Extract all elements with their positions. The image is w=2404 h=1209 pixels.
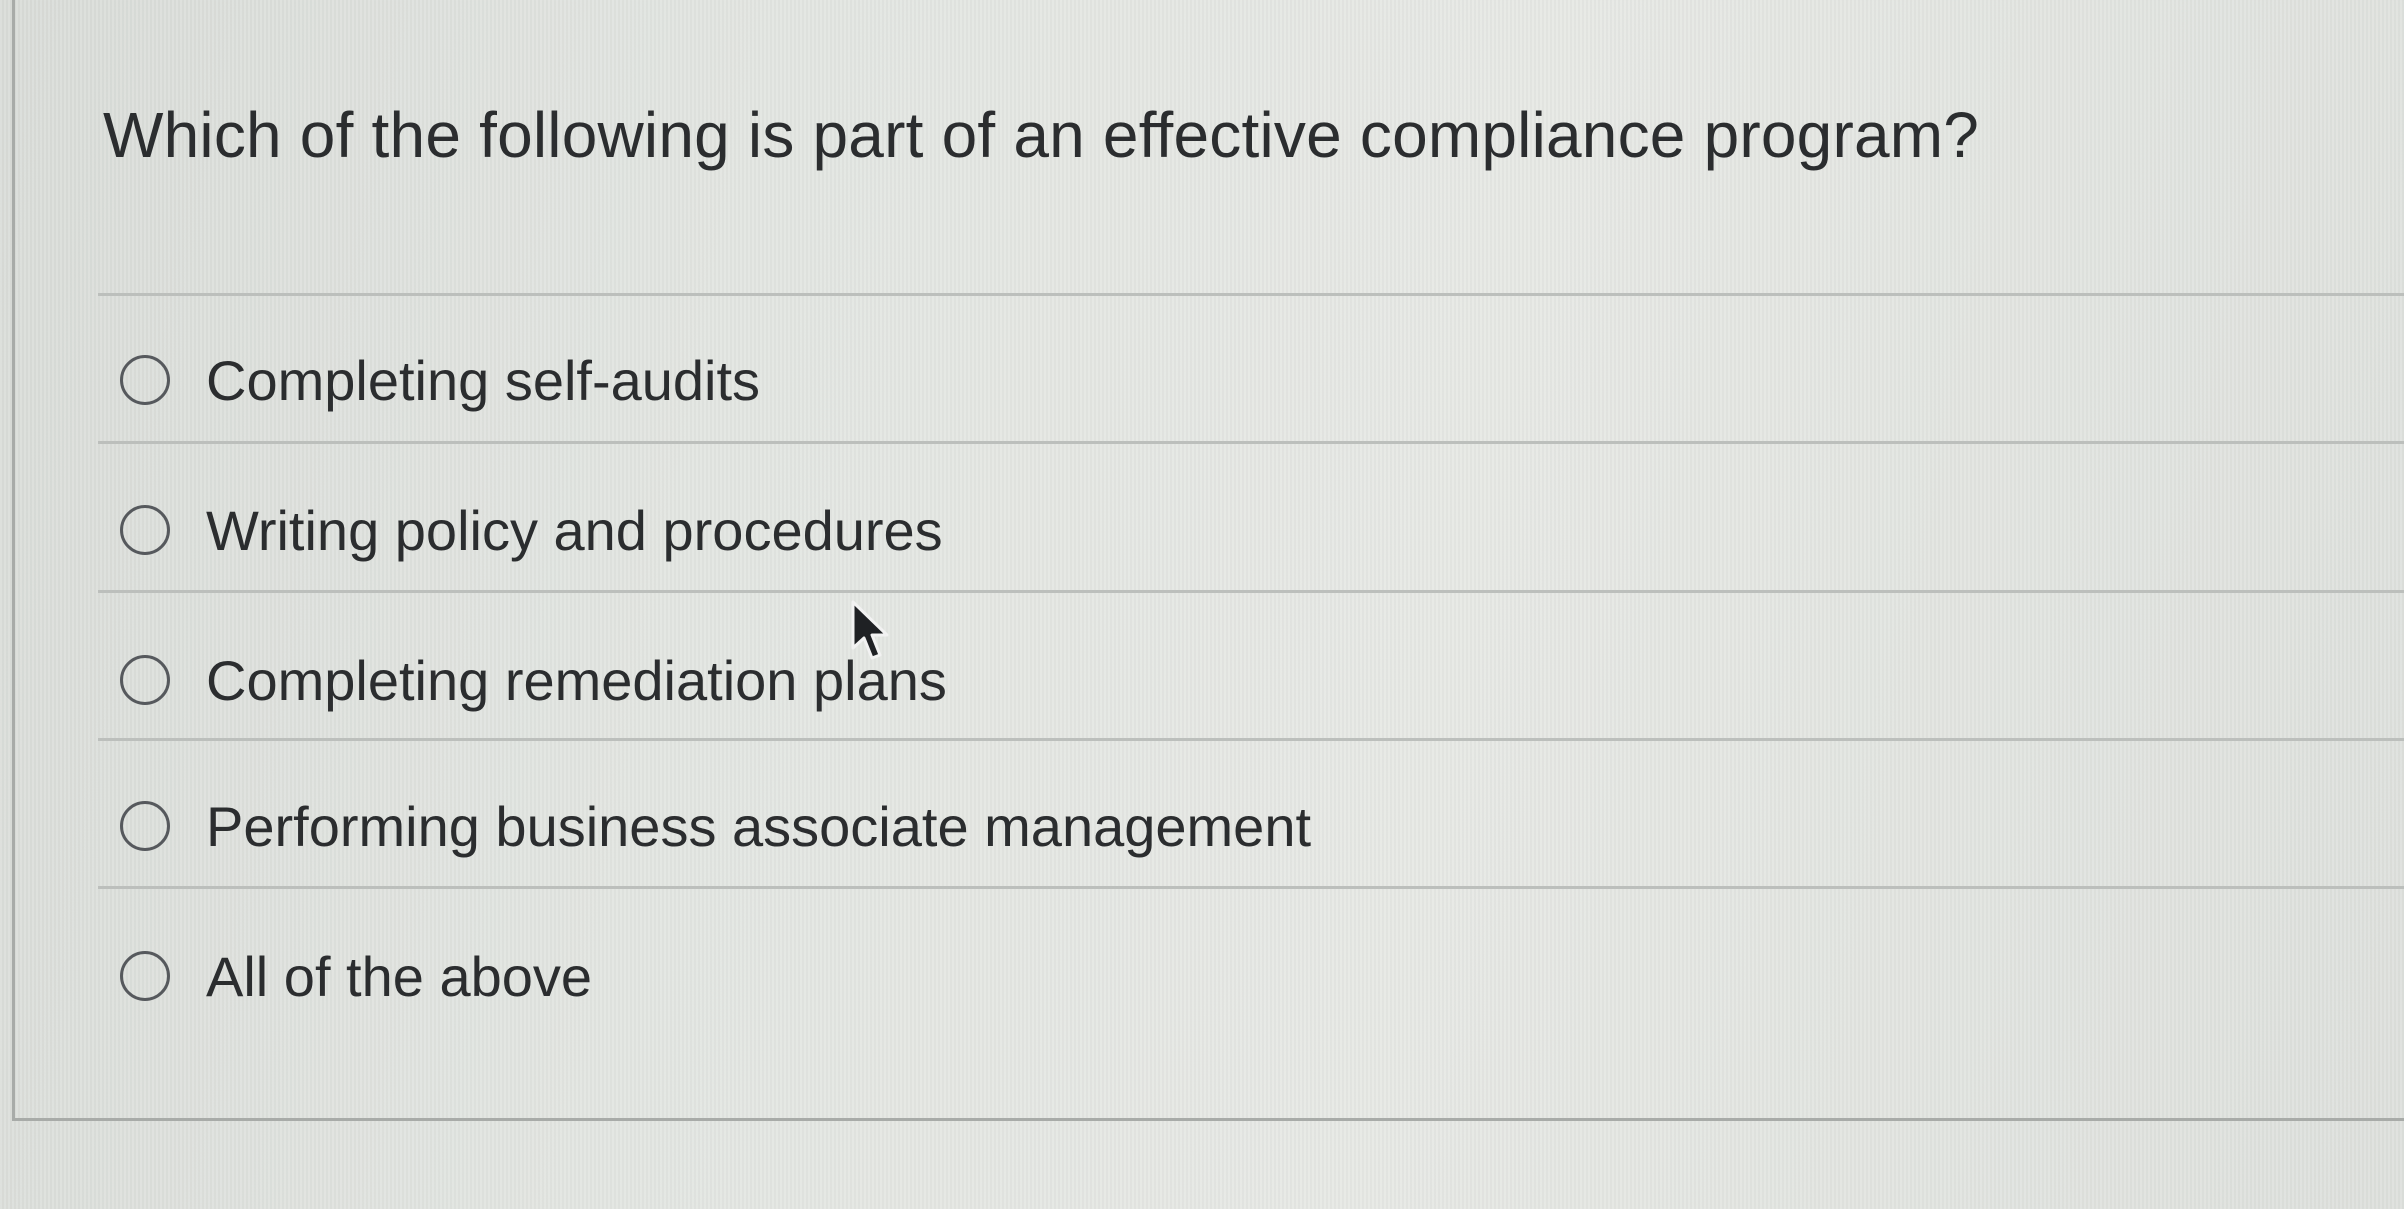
radio-unselected-icon[interactable] bbox=[120, 951, 170, 1001]
answer-label: All of the above bbox=[206, 944, 593, 1008]
answer-label: Completing remediation plans bbox=[206, 648, 947, 712]
divider bbox=[98, 590, 2404, 593]
radio-unselected-icon[interactable] bbox=[120, 505, 170, 555]
answer-option-remediation-plans[interactable]: Completing remediation plans bbox=[120, 640, 947, 720]
question-text: Which of the following is part of an eff… bbox=[103, 99, 1980, 171]
radio-unselected-icon[interactable] bbox=[120, 655, 170, 705]
divider bbox=[98, 441, 2404, 444]
divider bbox=[98, 886, 2404, 889]
arrow-cursor-icon bbox=[851, 600, 889, 660]
answer-label: Performing business associate management bbox=[206, 794, 1312, 858]
radio-unselected-icon[interactable] bbox=[120, 801, 170, 851]
divider bbox=[98, 293, 2404, 296]
answer-option-self-audits[interactable]: Completing self-audits bbox=[120, 340, 760, 420]
answer-label: Completing self-audits bbox=[206, 348, 761, 412]
radio-unselected-icon[interactable] bbox=[120, 355, 170, 405]
answer-option-all-of-the-above[interactable]: All of the above bbox=[120, 936, 592, 1016]
answer-label: Writing policy and procedures bbox=[206, 498, 943, 562]
answer-option-policy-procedures[interactable]: Writing policy and procedures bbox=[120, 490, 943, 570]
divider bbox=[98, 738, 2404, 741]
answer-option-business-associate-management[interactable]: Performing business associate management bbox=[120, 786, 1311, 866]
